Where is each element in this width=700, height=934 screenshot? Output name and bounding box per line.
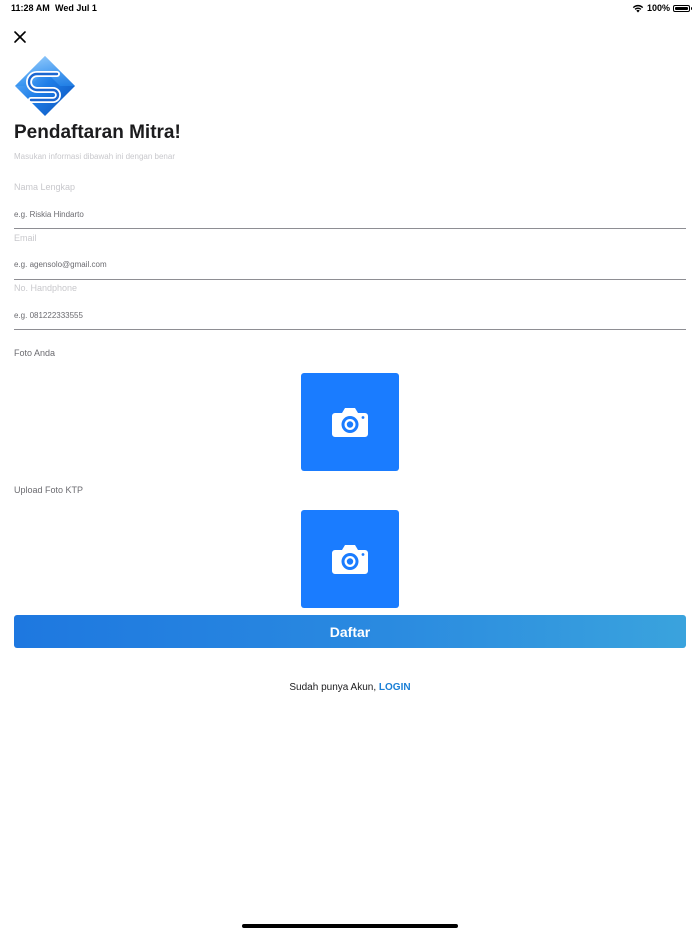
email-field-group: Email [14,233,686,281]
name-field-group: Nama Lengkap [14,182,686,230]
photo-section-label: Foto Anda [14,348,56,358]
name-field-underline [14,228,686,229]
camera-icon [332,408,368,437]
name-field-label: Nama Lengkap [14,182,76,192]
phone-field-group: No. Handphone [14,283,686,331]
phone-field-label: No. Handphone [14,283,78,293]
battery-icon [673,4,692,12]
phone-input[interactable] [14,306,686,324]
page-title: Pendaftaran Mitra! [14,122,181,143]
camera-icon [332,545,368,574]
status-indicators: 100% [632,3,692,13]
email-field-label: Email [14,233,37,243]
ktp-section-label: Upload Foto KTP [14,485,84,495]
email-field-underline [14,279,686,280]
login-link[interactable]: LOGIN [379,682,411,693]
app-logo [15,56,75,116]
home-indicator[interactable] [242,924,458,928]
login-prompt-text: Sudah punya Akun, [289,682,379,693]
login-prompt: Sudah punya Akun, LOGIN [0,682,700,693]
photo-upload-button[interactable] [301,373,399,471]
register-button[interactable]: Daftar [14,615,686,648]
name-input[interactable] [14,205,686,223]
close-button[interactable] [10,27,30,47]
phone-field-underline [14,329,686,330]
wifi-icon [632,4,644,12]
status-date: Wed Jul 1 [55,3,97,13]
page-subtitle: Masukan informasi dibawah ini dengan ben… [14,152,175,161]
status-time: 11:28 AM [11,3,50,13]
close-icon [14,31,26,43]
status-bar: 11:28 AM Wed Jul 1 100% [0,0,700,18]
email-input[interactable] [14,255,686,273]
ktp-upload-button[interactable] [301,510,399,608]
battery-percent: 100% [646,3,670,13]
